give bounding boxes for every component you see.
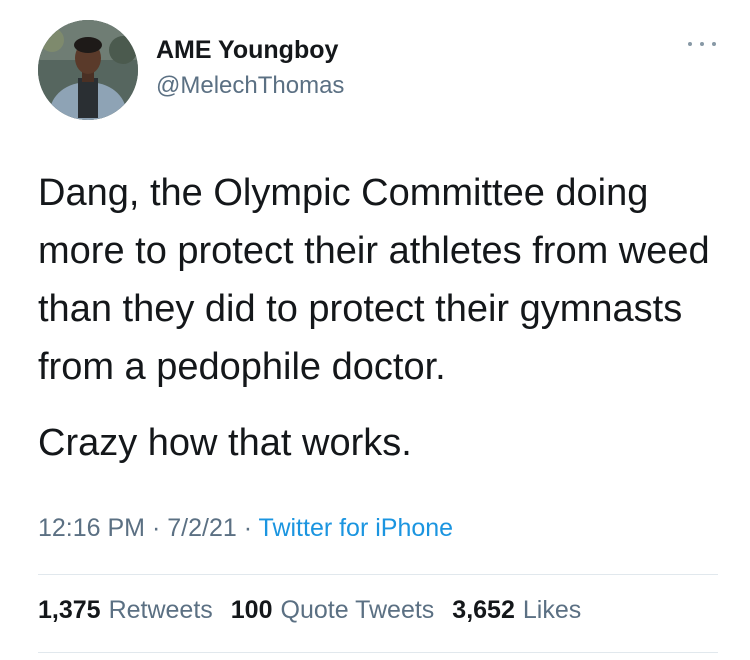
separator: · bbox=[151, 514, 161, 542]
tweet-paragraph: Dang, the Olympic Committee doing more t… bbox=[38, 172, 710, 388]
user-handle[interactable]: @MelechThomas bbox=[156, 72, 344, 100]
divider bbox=[38, 574, 718, 575]
dot bbox=[700, 42, 704, 46]
display-name[interactable]: AME Youngboy bbox=[156, 36, 338, 65]
tweet-card: AME Youngboy @MelechThomas Dang, the Oly… bbox=[0, 0, 750, 660]
quote-tweets-stat[interactable]: 100 Quote Tweets bbox=[231, 596, 435, 625]
likes-label: Likes bbox=[522, 596, 582, 624]
engagement-stats: 1,375 Retweets 100 Quote Tweets 3,652 Likes bbox=[38, 596, 581, 625]
tweet-date[interactable]: 7/2/21 bbox=[167, 514, 237, 542]
more-options-icon[interactable] bbox=[688, 36, 716, 52]
tweet-text: Dang, the Olympic Committee doing more t… bbox=[38, 164, 718, 472]
divider bbox=[38, 652, 718, 653]
likes-count: 3,652 bbox=[452, 596, 515, 624]
avatar[interactable] bbox=[38, 20, 138, 120]
tweet-paragraph: Crazy how that works. bbox=[38, 422, 412, 464]
separator: · bbox=[243, 514, 253, 542]
quote-tweets-label: Quote Tweets bbox=[280, 596, 435, 624]
likes-stat[interactable]: 3,652 Likes bbox=[452, 596, 581, 625]
tweet-time[interactable]: 12:16 PM bbox=[38, 514, 145, 542]
retweets-label: Retweets bbox=[108, 596, 213, 624]
tweet-metadata: 12:16 PM · 7/2/21 · Twitter for iPhone bbox=[38, 514, 453, 543]
dot bbox=[712, 42, 716, 46]
dot bbox=[688, 42, 692, 46]
tweet-source-link[interactable]: Twitter for iPhone bbox=[259, 514, 454, 542]
avatar-photo-icon bbox=[38, 20, 138, 120]
retweets-count: 1,375 bbox=[38, 596, 101, 624]
retweets-stat[interactable]: 1,375 Retweets bbox=[38, 596, 213, 625]
quote-tweets-count: 100 bbox=[230, 596, 273, 624]
